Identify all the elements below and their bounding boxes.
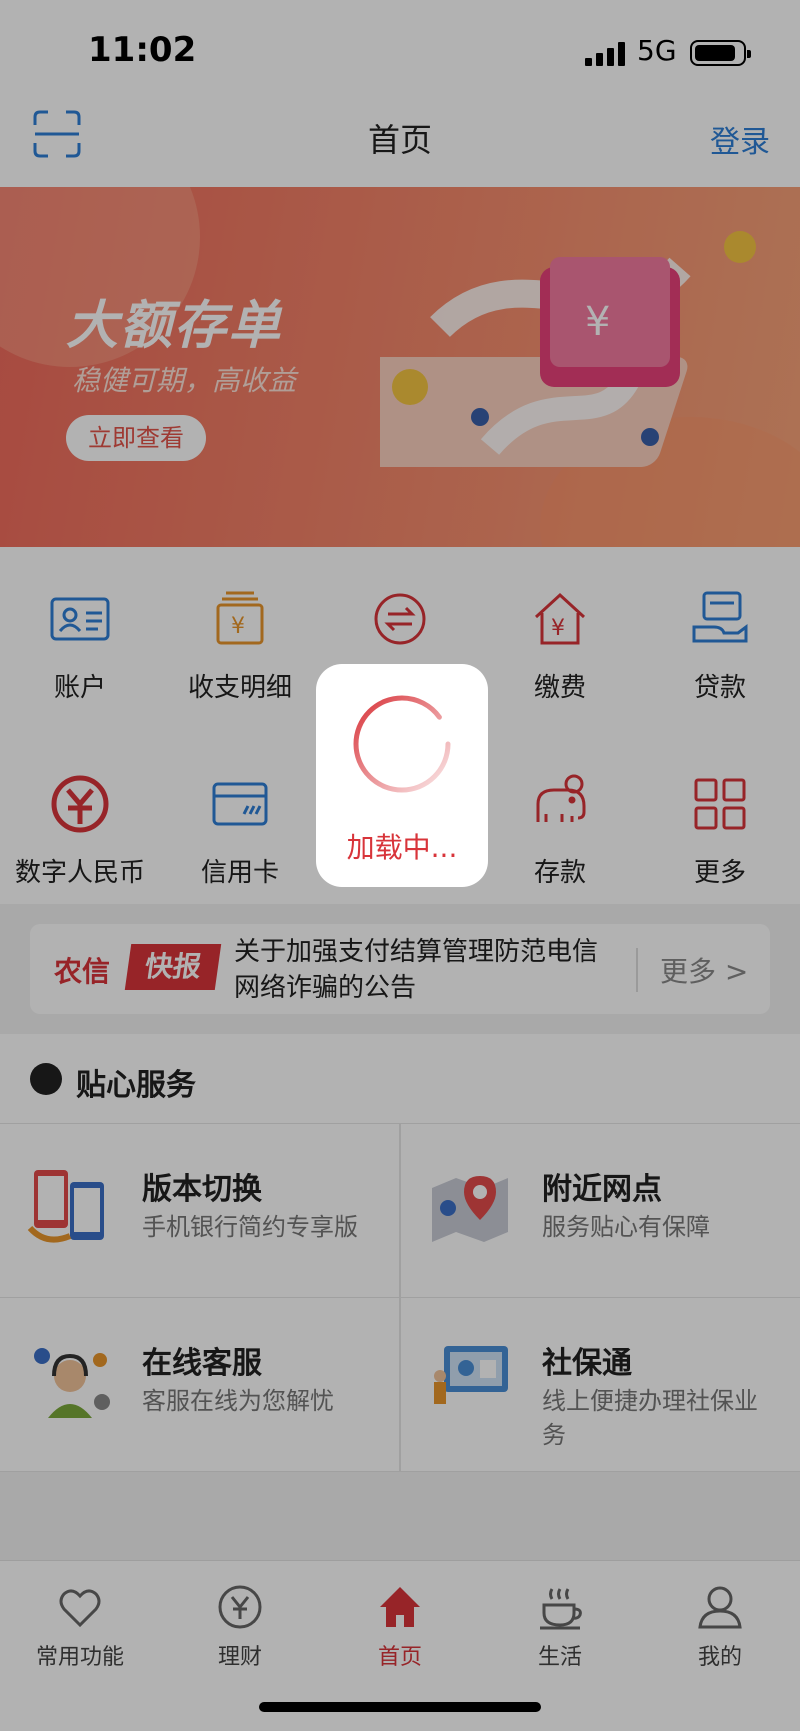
- loading-dialog: 加载中...: [316, 664, 488, 887]
- spinner-icon: [353, 695, 451, 793]
- loading-text: 加载中...: [346, 831, 458, 864]
- home-page: 11:02 5G 首页 登录 大额存单 稳健可期，高收益 立即查看 ¥ 账户 ¥…: [0, 0, 800, 1731]
